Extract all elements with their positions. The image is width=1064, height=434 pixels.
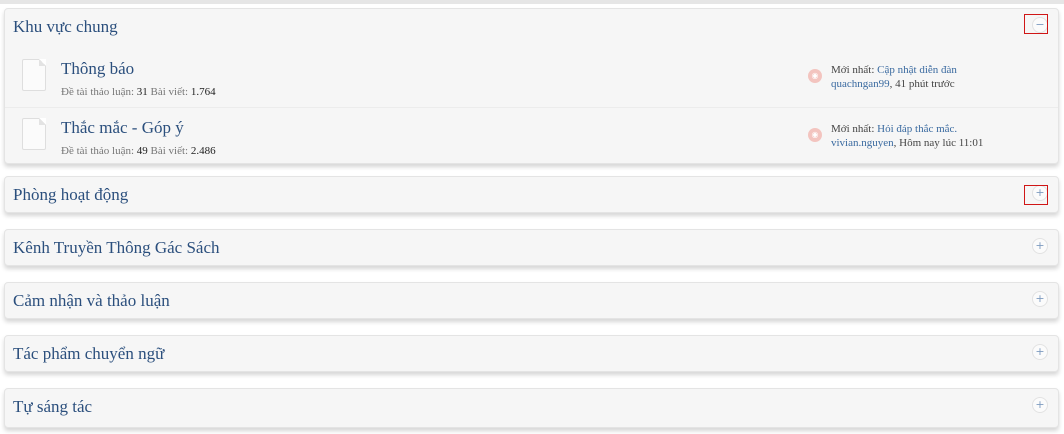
category-title[interactable]: Kênh Truyền Thông Gác Sách [13, 238, 220, 258]
threads-label: Đề tài thảo luận: [61, 86, 135, 98]
rss-icon[interactable]: ◉ [808, 128, 822, 142]
expand-toggle[interactable]: + [1032, 238, 1048, 254]
category-cam-nhan: Cảm nhận và thảo luận + [4, 282, 1059, 319]
posts-label: Bài viết: [150, 145, 189, 157]
forum-row-thac-mac-gop-y: Thắc mắc - Góp ý Đề tài thảo luận: 49 Bà… [5, 107, 1058, 166]
category-header: Kênh Truyền Thông Gác Sách + [5, 230, 1058, 266]
document-icon [22, 118, 46, 150]
threads-label: Đề tài thảo luận: [61, 145, 135, 157]
category-header: Tự sáng tác + [5, 389, 1058, 425]
threads-count: 31 [136, 86, 148, 98]
category-title[interactable]: Khu vực chung [13, 17, 118, 37]
category-header: Khu vực chung − [5, 9, 1058, 45]
latest-user-link[interactable]: quachngan99 [831, 78, 890, 90]
category-khu-vuc-chung: Khu vực chung − Thông báo Đề tài thảo lu… [4, 8, 1059, 164]
latest-post: Mới nhất: Cập nhật diễn đàn quachngan99,… [831, 63, 1031, 91]
forum-stats: Đề tài thảo luận: 31 Bài viết: 1.764 [61, 86, 216, 98]
category-header: Tác phẩm chuyển ngữ + [5, 336, 1058, 372]
category-title[interactable]: Tự sáng tác [13, 397, 92, 417]
forum-stats: Đề tài thảo luận: 49 Bài viết: 2.486 [61, 145, 216, 157]
category-title[interactable]: Cảm nhận và thảo luận [13, 291, 170, 311]
category-tu-sang-tac: Tự sáng tác + [4, 388, 1059, 428]
forum-title[interactable]: Thắc mắc - Góp ý [61, 118, 184, 138]
latest-post: Mới nhất: Hỏi đáp thắc mắc. vivian.nguye… [831, 122, 1031, 150]
category-title[interactable]: Phòng hoạt động [13, 185, 128, 205]
threads-count: 49 [136, 145, 148, 157]
category-header: Cảm nhận và thảo luận + [5, 283, 1058, 319]
highlight-box [1024, 185, 1048, 205]
category-title[interactable]: Tác phẩm chuyển ngữ [13, 344, 164, 364]
category-header: Phòng hoạt động + [5, 177, 1058, 213]
document-icon [22, 59, 46, 91]
forum-row-thong-bao: Thông báo Đề tài thảo luận: 31 Bài viết:… [5, 49, 1058, 107]
top-divider [0, 0, 1064, 4]
rss-icon[interactable]: ◉ [808, 69, 822, 83]
highlight-box [1024, 14, 1048, 34]
forum-title[interactable]: Thông báo [61, 59, 134, 79]
latest-label: Mới nhất: [831, 64, 875, 76]
category-phong-hoat-dong: Phòng hoạt động + [4, 176, 1059, 213]
latest-thread-link[interactable]: Hỏi đáp thắc mắc. [877, 123, 957, 135]
latest-time: , Hôm nay lúc 11:01 [893, 137, 984, 149]
latest-thread-link[interactable]: Cập nhật diễn đàn [877, 64, 957, 76]
category-tac-pham-chuyen-ngu: Tác phẩm chuyển ngữ + [4, 335, 1059, 372]
latest-label: Mới nhất: [831, 123, 875, 135]
posts-label: Bài viết: [150, 86, 189, 98]
posts-count: 1.764 [190, 86, 216, 98]
category-kenh-truyen-thong: Kênh Truyền Thông Gác Sách + [4, 229, 1059, 266]
expand-toggle[interactable]: + [1032, 397, 1048, 413]
latest-user-link[interactable]: vivian.nguyen [831, 137, 894, 149]
expand-toggle[interactable]: + [1032, 291, 1048, 307]
latest-time: , 41 phút trước [889, 78, 955, 90]
expand-toggle[interactable]: + [1032, 344, 1048, 360]
posts-count: 2.486 [190, 145, 216, 157]
